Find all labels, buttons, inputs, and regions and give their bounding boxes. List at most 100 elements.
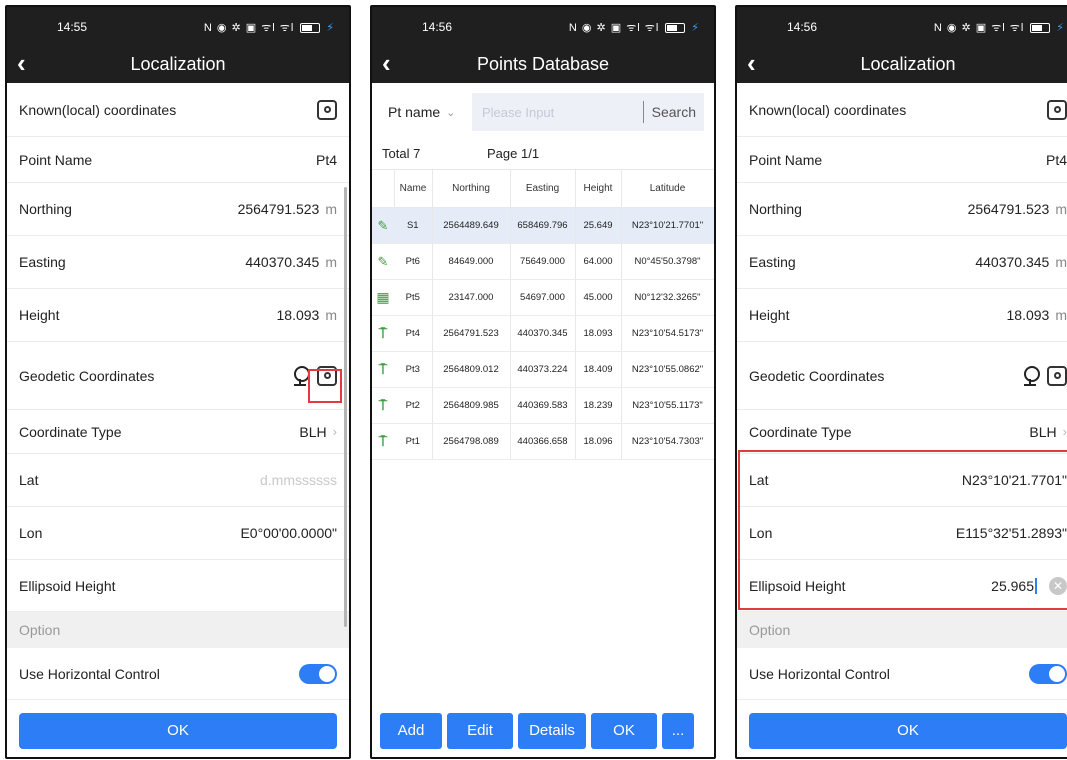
height-value: 18.093 [1006, 307, 1050, 323]
search-field-select[interactable]: Pt name ⌄ [382, 104, 472, 120]
status-icons: N ◉ ✲ ▣ ᯤl ᯤl ⚡ [934, 20, 1065, 35]
pencil-icon: ✎ [377, 217, 389, 233]
search-button[interactable]: Search [642, 101, 704, 123]
chevron-right-icon: › [332, 424, 337, 439]
point-name-label: Point Name [19, 151, 93, 168]
cell-northing: 84649.000 [432, 243, 511, 280]
table-row[interactable]: ⍑ Pt3 2564809.012 440373.224 18.409 N23°… [372, 351, 714, 388]
antenna-icon: ⍑ [378, 325, 388, 341]
easting-value: 440370.345 [975, 254, 1050, 270]
header-icon-cell [372, 169, 395, 208]
lat-input[interactable]: d.mmssssss [260, 472, 337, 488]
northing-row[interactable]: Northing 2564791.523 m [737, 183, 1067, 236]
northing-row[interactable]: Northing 2564791.523 m [7, 183, 349, 236]
cell-height: 64.000 [575, 243, 622, 280]
chevron-right-icon: › [1062, 424, 1067, 439]
lon-label: Lon [19, 525, 43, 541]
ellipsoid-label: Ellipsoid Height [19, 577, 116, 594]
point-name-row[interactable]: Point Name Pt4 [737, 137, 1067, 183]
cell-easting: 440370.345 [510, 315, 576, 352]
ok-button[interactable]: OK [19, 713, 337, 749]
chevron-down-icon: ⌄ [446, 106, 456, 119]
known-coordinates-label: Known(local) coordinates [19, 101, 177, 118]
status-icon-strip: N ◉ ✲ ▣ ᯤl ᯤl [933, 22, 1025, 34]
details-button[interactable]: Details [518, 713, 586, 749]
status-bar: 14:55 N ◉ ✲ ▣ ᯤl ᯤl ⚡ [7, 7, 349, 45]
point-name-row[interactable]: Point Name Pt4 [7, 137, 349, 183]
coordinate-type-label: Coordinate Type [749, 423, 852, 440]
title-bar: ‹ Localization [7, 45, 349, 83]
coordinate-type-row[interactable]: Coordinate Type BLH › [737, 410, 1067, 454]
battery-icon [300, 22, 321, 33]
table-row[interactable]: ⍑ Pt1 2564798.089 440366.658 18.096 N23°… [372, 423, 714, 460]
locate-icon[interactable] [317, 99, 337, 120]
unit-label: m [1055, 307, 1067, 323]
ok-button[interactable]: OK [591, 713, 657, 749]
ellipsoid-row[interactable]: Ellipsoid Height [7, 560, 349, 612]
cell-easting: 75649.000 [510, 243, 576, 280]
cell-name: S1 [394, 207, 433, 244]
page-title: Localization [130, 54, 226, 74]
locate-icon[interactable] [1047, 365, 1067, 386]
geodetic-label: Geodetic Coordinates [749, 367, 885, 384]
cell-northing: 2564791.523 [432, 315, 511, 352]
cell-northing: 2564489.649 [432, 207, 511, 244]
horizontal-control-row: Use Horizontal Control [737, 648, 1067, 700]
highlight-box [308, 369, 342, 403]
add-button[interactable]: Add [380, 713, 442, 749]
easting-row[interactable]: Easting 440370.345 m [7, 236, 349, 289]
horizontal-control-toggle[interactable] [1029, 663, 1067, 684]
table-row[interactable]: ✎ S1 2564489.649 658469.796 25.649 N23°1… [372, 207, 714, 244]
antenna-icon: ⍑ [378, 397, 388, 413]
map-pin-icon[interactable] [293, 365, 310, 386]
header-latitude: Latitude [621, 169, 714, 208]
page-indicator: Page 1/1 [487, 146, 540, 161]
horizontal-control-label: Use Horizontal Control [749, 665, 890, 682]
cell-northing: 23147.000 [432, 279, 511, 316]
cell-name: Pt4 [394, 315, 433, 352]
known-coordinates-label: Known(local) coordinates [749, 101, 907, 118]
coordinate-type-row[interactable]: Coordinate Type BLH › [7, 410, 349, 454]
option-section: Option [7, 612, 349, 648]
cell-easting: 658469.796 [510, 207, 576, 244]
table-row[interactable]: ⍑ Pt4 2564791.523 440370.345 18.093 N23°… [372, 315, 714, 352]
cell-name: Pt1 [394, 423, 433, 460]
ok-button[interactable]: OK [749, 713, 1067, 749]
cell-easting: 440373.224 [510, 351, 576, 388]
lon-row[interactable]: Lon E0°00'00.0000" [7, 507, 349, 560]
scrollbar[interactable] [344, 187, 347, 627]
map-pin-icon[interactable] [1023, 365, 1040, 386]
cell-easting: 54697.000 [510, 279, 576, 316]
height-row[interactable]: Height 18.093 m [737, 289, 1067, 342]
header-name: Name [394, 169, 433, 208]
more-button[interactable]: ... [662, 713, 694, 749]
known-coordinates-row: Known(local) coordinates [737, 83, 1067, 137]
header-northing: Northing [432, 169, 511, 208]
edit-button[interactable]: Edit [447, 713, 513, 749]
status-time: 14:56 [787, 20, 818, 34]
horizontal-control-toggle[interactable] [299, 663, 337, 684]
cell-latitude: N23°10'21.7701" [621, 207, 714, 244]
cell-latitude: N0°45'50.3798" [621, 243, 714, 280]
table-row[interactable]: ▦ Pt5 23147.000 54697.000 45.000 N0°12'3… [372, 279, 714, 316]
horizontal-control-label: Use Horizontal Control [19, 665, 160, 682]
cell-northing: 2564809.985 [432, 387, 511, 424]
easting-label: Easting [19, 254, 66, 270]
geodetic-row: Geodetic Coordinates [737, 342, 1067, 410]
lon-value[interactable]: E0°00'00.0000" [240, 525, 337, 541]
easting-row[interactable]: Easting 440370.345 m [737, 236, 1067, 289]
height-row[interactable]: Height 18.093 m [7, 289, 349, 342]
unit-label: m [1055, 201, 1067, 217]
lat-row[interactable]: Lat d.mmssssss [7, 454, 349, 507]
table-row[interactable]: ✎ Pt6 84649.000 75649.000 64.000 N0°45'5… [372, 243, 714, 280]
locate-icon[interactable] [1047, 99, 1067, 120]
phone-localization-after: 14:56 N ◉ ✲ ▣ ᯤl ᯤl ⚡ ‹ Localization Know… [735, 5, 1067, 759]
charging-icon: ⚡ [1056, 22, 1065, 34]
search-input[interactable]: Please Input Search [472, 93, 704, 131]
bottom-toolbar: Add Edit Details OK ... [372, 713, 714, 749]
search-field-label: Pt name [388, 104, 441, 120]
unit-label: m [325, 201, 337, 217]
table-row[interactable]: ⍑ Pt2 2564809.985 440369.583 18.239 N23°… [372, 387, 714, 424]
northing-label: Northing [749, 201, 802, 217]
phone-localization-before: 14:55 N ◉ ✲ ▣ ᯤl ᯤl ⚡ ‹ Localization Know… [5, 5, 351, 759]
